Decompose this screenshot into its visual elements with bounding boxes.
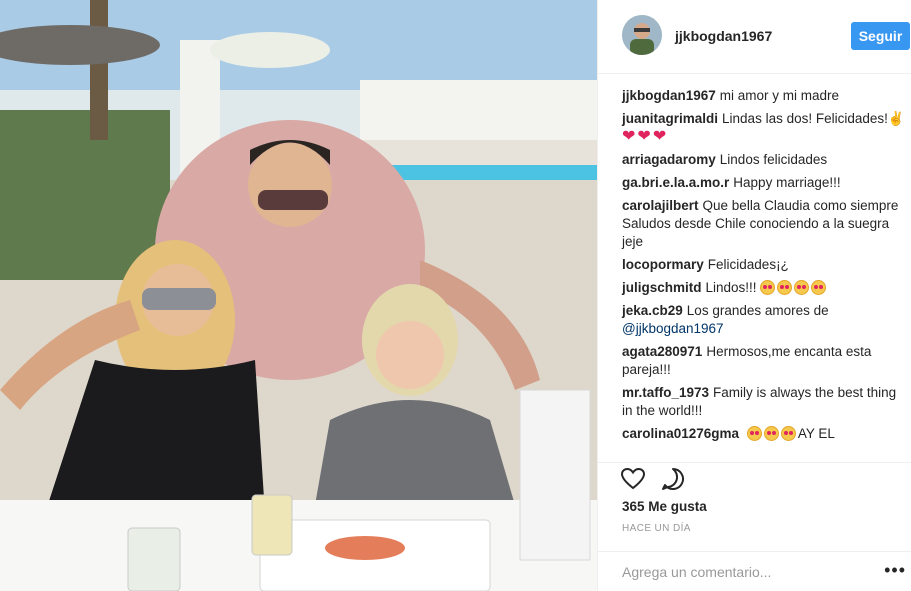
comment-icon[interactable] bbox=[660, 466, 686, 492]
list-item: locopormary Felicidades¡¿ bbox=[622, 256, 906, 274]
post-sidebar: jjkbogdan1967 Seguir jjkbogdan1967 mi amo… bbox=[597, 0, 911, 591]
comment-text: Felicidades¡¿ bbox=[707, 257, 789, 272]
list-item: mr.taffo_1973 Family is always the best t… bbox=[622, 384, 906, 420]
comment-text: Lindas las dos! Felicidades!✌ bbox=[722, 111, 905, 126]
heart-emoji-icon: ❤ bbox=[622, 128, 636, 145]
heart-eyes-emoji-icon bbox=[780, 426, 796, 441]
more-options-icon[interactable]: ••• bbox=[884, 560, 906, 581]
instagram-post: jjkbogdan1967 Seguir jjkbogdan1967 mi amo… bbox=[0, 0, 911, 591]
comment-mention-link[interactable]: @jjkbogdan1967 bbox=[622, 321, 724, 336]
avatar[interactable] bbox=[622, 15, 662, 55]
comment-username[interactable]: ga.bri.e.la.a.mo.r bbox=[622, 175, 729, 190]
comment-username[interactable]: carolajilbert bbox=[622, 198, 699, 213]
comment-text: Lindos felicidades bbox=[719, 152, 828, 167]
list-item: carolina01276gma AY EL bbox=[622, 425, 906, 443]
heart-emoji-icon: ❤ bbox=[652, 128, 667, 145]
comment-username[interactable]: locopormary bbox=[622, 257, 704, 272]
list-item: carolajilbert Que bella Claudia como siem… bbox=[622, 197, 906, 251]
comment-username[interactable]: agata280971 bbox=[622, 344, 702, 359]
comment-text: AY EL bbox=[797, 426, 835, 441]
list-item: jeka.cb29 Los grandes amores de @jjkbogda… bbox=[622, 302, 906, 338]
heart-icon[interactable] bbox=[620, 466, 646, 492]
heart-eyes-emoji-icon bbox=[794, 280, 810, 295]
heart-eyes-emoji-icon bbox=[746, 426, 762, 441]
comment-username[interactable]: juligschmitd bbox=[622, 280, 702, 295]
comment-text: Los grandes amores de bbox=[686, 303, 829, 318]
comment-username[interactable]: mr.taffo_1973 bbox=[622, 385, 709, 400]
post-timestamp: HACE UN DÍA bbox=[622, 523, 691, 534]
list-item: jjkbogdan1967 mi amor y mi madre bbox=[622, 87, 906, 105]
heart-eyes-emoji-icon bbox=[763, 426, 779, 441]
heart-emoji-icon: ❤ bbox=[637, 128, 651, 145]
heart-eyes-emoji-icon bbox=[811, 280, 827, 295]
list-item: juligschmitd Lindos!!! bbox=[622, 279, 906, 297]
heart-eyes-emoji-icon bbox=[760, 280, 776, 295]
post-header: jjkbogdan1967 Seguir bbox=[598, 0, 911, 74]
post-photo[interactable] bbox=[0, 0, 597, 591]
post-username[interactable]: jjkbogdan1967 bbox=[675, 28, 772, 44]
comment-username[interactable]: jjkbogdan1967 bbox=[622, 88, 716, 103]
heart-eyes-emoji-icon bbox=[777, 280, 793, 295]
comments-list: jjkbogdan1967 mi amor y mi madre juanitag… bbox=[622, 87, 906, 448]
comment-username[interactable]: juanitagrimaldi bbox=[622, 111, 718, 126]
post-actions: 365 Me gusta HACE UN DÍA bbox=[598, 462, 911, 553]
comment-username[interactable]: carolina01276gma bbox=[622, 426, 739, 441]
comment-input[interactable]: Agrega un comentario... bbox=[622, 564, 771, 580]
list-item: arriagadaromy Lindos felicidades bbox=[622, 151, 906, 169]
add-comment-bar: Agrega un comentario... ••• bbox=[598, 551, 911, 591]
follow-button[interactable]: Seguir bbox=[851, 22, 910, 50]
list-item: juanitagrimaldi Lindas las dos! Felicidad… bbox=[622, 110, 906, 146]
comment-username[interactable]: arriagadaromy bbox=[622, 152, 716, 167]
list-item: agata280971 Hermosos,me encanta esta pare… bbox=[622, 343, 906, 379]
comment-username[interactable]: jeka.cb29 bbox=[622, 303, 683, 318]
comment-text: Lindos!!! bbox=[705, 280, 757, 295]
comment-text: Happy marriage!!! bbox=[733, 175, 841, 190]
likes-count[interactable]: 365 Me gusta bbox=[622, 499, 707, 514]
comment-text: mi amor y mi madre bbox=[719, 88, 840, 103]
list-item: ga.bri.e.la.a.mo.r Happy marriage!!! bbox=[622, 174, 906, 192]
